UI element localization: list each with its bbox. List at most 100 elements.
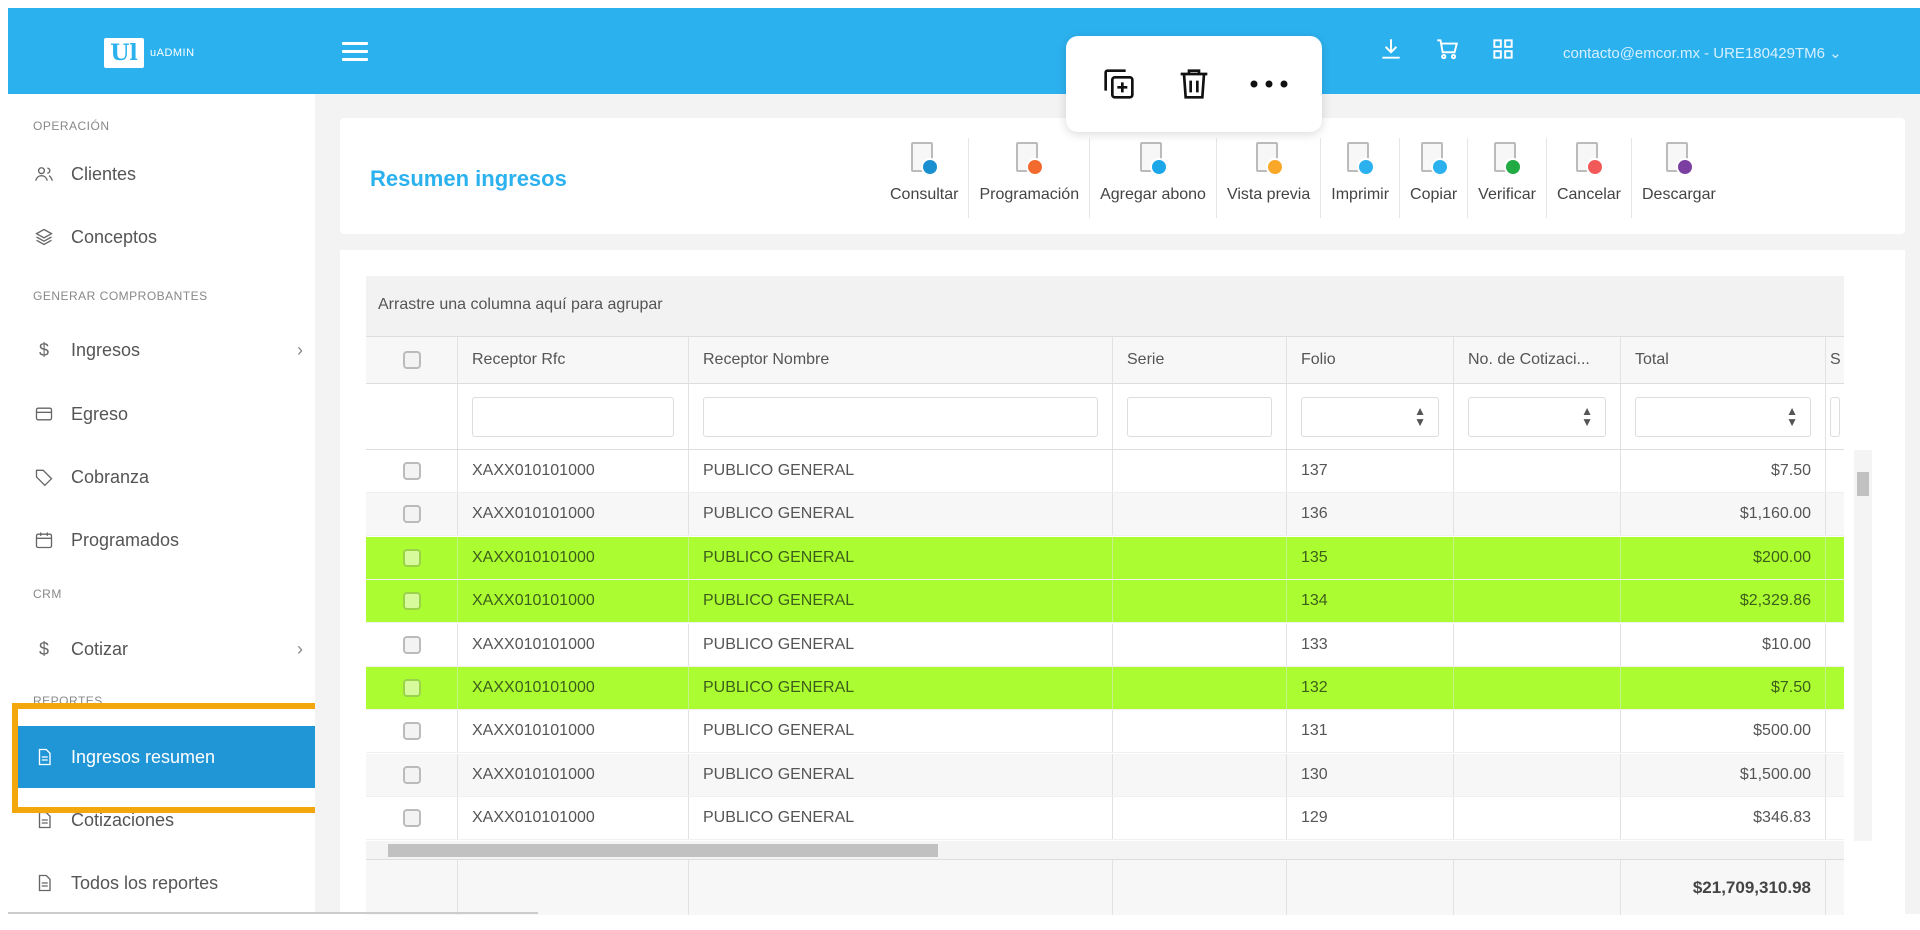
filter-folio-input[interactable]: ▲ ▼ xyxy=(1301,396,1439,437)
consultar-button[interactable]: Consultar xyxy=(880,138,968,218)
cart-icon[interactable] xyxy=(1434,36,1460,62)
sidebar-item-cotizar[interactable]: $ Cotizar › xyxy=(33,629,303,669)
download-icon[interactable] xyxy=(1378,36,1404,62)
column-header-no-cotizacion[interactable]: No. de Cotizaci... xyxy=(1454,337,1621,383)
sidebar-item-egreso[interactable]: Egreso xyxy=(33,394,303,434)
column-header-serie[interactable]: Serie xyxy=(1113,337,1287,383)
cell-receptor-nombre: PUBLICO GENERAL xyxy=(689,797,1113,840)
row-checkbox[interactable] xyxy=(402,722,421,741)
filter-receptor-rfc-input[interactable] xyxy=(472,396,674,437)
row-checkbox[interactable] xyxy=(402,765,421,784)
filter-no-cotizacion-input[interactable]: ▲ ▼ xyxy=(1468,396,1606,437)
app-logo[interactable]: Ul uADMIN xyxy=(104,38,195,68)
sidebar-item-programados[interactable]: Programados xyxy=(33,520,303,560)
sidebar-item-label: Cotizar xyxy=(71,638,129,659)
imprimir-button[interactable]: Imprimir xyxy=(1320,138,1399,218)
more-options-button[interactable] xyxy=(1244,59,1294,109)
row-checkbox-cell xyxy=(366,797,458,840)
spinner-icon[interactable]: ▲ ▼ xyxy=(1786,405,1798,428)
sidebar-item-label: Egreso xyxy=(71,403,129,424)
preview-document-icon xyxy=(1254,142,1284,178)
agregar-abono-button[interactable]: Agregar abono xyxy=(1089,138,1216,218)
row-checkbox[interactable] xyxy=(402,592,421,611)
row-checkbox[interactable] xyxy=(402,548,421,567)
table-row[interactable]: XAXX010101000 PUBLICO GENERAL 133 $10.00 xyxy=(366,623,1844,667)
download-document-icon xyxy=(1664,142,1694,178)
sidebar-item-cobranza[interactable]: Cobranza xyxy=(33,457,303,497)
tag-icon xyxy=(33,467,55,487)
table-row[interactable]: XAXX010101000 PUBLICO GENERAL 132 $7.50 xyxy=(366,667,1844,710)
table-row[interactable]: XAXX010101000 PUBLICO GENERAL 136 $1,160.00 xyxy=(366,493,1844,537)
filter-cell xyxy=(689,384,1113,449)
horizontal-scrollbar[interactable] xyxy=(366,841,1844,859)
verificar-button[interactable]: Verificar xyxy=(1467,138,1546,218)
programacion-button[interactable]: Programación xyxy=(968,138,1089,218)
cancelar-button[interactable]: Cancelar xyxy=(1545,138,1631,218)
vista-previa-button[interactable]: Vista previa xyxy=(1215,138,1320,218)
table-row[interactable]: XAXX010101000 PUBLICO GENERAL 130 $1,500.00 xyxy=(366,753,1844,797)
cell-total: $1,160.00 xyxy=(1621,493,1826,536)
annotation-highlight-box xyxy=(12,703,328,813)
cell-folio: 134 xyxy=(1287,580,1454,623)
scrollbar-thumb[interactable] xyxy=(1857,472,1869,496)
descargar-button[interactable]: Descargar xyxy=(1631,138,1726,218)
cell-no-cotizacion xyxy=(1454,580,1621,623)
row-checkbox[interactable] xyxy=(402,462,421,480)
table-row[interactable]: XAXX010101000 PUBLICO GENERAL 129 $346.83 xyxy=(366,797,1844,841)
row-checkbox[interactable] xyxy=(402,635,421,654)
table-row[interactable]: XAXX010101000 PUBLICO GENERAL 135 $200.00 xyxy=(366,536,1844,580)
column-header-folio[interactable]: Folio xyxy=(1287,337,1454,383)
table-row[interactable]: XAXX010101000 PUBLICO GENERAL 131 $500.00 xyxy=(366,710,1844,754)
column-header-total[interactable]: Total xyxy=(1621,337,1826,383)
group-panel[interactable]: Arrastre una columna aquí para agrupar xyxy=(366,276,1844,336)
duplicate-button[interactable] xyxy=(1094,59,1144,109)
summary-cell xyxy=(1454,860,1621,915)
copiar-button[interactable]: Copiar xyxy=(1399,138,1467,218)
cell-receptor-nombre: PUBLICO GENERAL xyxy=(689,710,1113,753)
document-icon xyxy=(33,810,55,830)
layers-icon xyxy=(33,227,55,247)
column-header-receptor-rfc[interactable]: Receptor Rfc xyxy=(458,337,689,383)
menu-toggle-button[interactable] xyxy=(342,42,368,62)
table-row[interactable]: XAXX010101000 PUBLICO GENERAL 137 $7.50 xyxy=(366,450,1844,493)
column-header-receptor-nombre[interactable]: Receptor Nombre xyxy=(689,337,1113,383)
spinner-icon[interactable]: ▲ ▼ xyxy=(1414,405,1426,428)
summary-cell xyxy=(366,860,458,915)
column-header-s[interactable]: S xyxy=(1826,337,1844,383)
filter-cell: ▲ ▼ xyxy=(1621,384,1826,449)
cell-total: $7.50 xyxy=(1621,450,1826,492)
user-account-menu[interactable]: contacto@emcor.mx - URE180429TM6 ⌄ xyxy=(1563,44,1842,62)
filter-total-input[interactable]: ▲ ▼ xyxy=(1635,396,1811,437)
row-checkbox-cell xyxy=(366,710,458,753)
cell-s xyxy=(1826,797,1844,839)
copy-document-icon xyxy=(1419,142,1449,178)
add-document-icon xyxy=(1138,142,1169,178)
row-checkbox[interactable] xyxy=(402,505,421,524)
cell-receptor-nombre: PUBLICO GENERAL xyxy=(689,536,1113,579)
select-all-checkbox[interactable] xyxy=(402,351,421,369)
button-label: Verificar xyxy=(1478,186,1536,203)
cell-s xyxy=(1826,667,1844,709)
filter-receptor-nombre-input[interactable] xyxy=(703,396,1098,437)
page-title: Resumen ingresos xyxy=(370,166,567,191)
sidebar-item-ingresos[interactable]: $ Ingresos › xyxy=(33,330,303,370)
spinner-icon[interactable]: ▲ ▼ xyxy=(1581,405,1593,428)
cell-folio: 129 xyxy=(1287,797,1454,840)
sidebar-item-conceptos[interactable]: Conceptos xyxy=(33,217,303,257)
table-row[interactable]: XAXX010101000 PUBLICO GENERAL 134 $2,329.86 xyxy=(366,580,1844,624)
delete-button[interactable] xyxy=(1169,59,1219,109)
cell-s xyxy=(1826,450,1844,492)
scrollbar-thumb[interactable] xyxy=(388,844,938,857)
filter-serie-input[interactable] xyxy=(1127,396,1272,437)
row-checkbox[interactable] xyxy=(402,679,421,697)
filter-s-input[interactable] xyxy=(1830,396,1840,437)
sidebar-item-clientes[interactable]: Clientes xyxy=(33,154,303,194)
row-checkbox-cell xyxy=(366,450,458,492)
cell-folio: 132 xyxy=(1287,667,1454,709)
cell-serie xyxy=(1113,710,1287,753)
row-checkbox[interactable] xyxy=(402,809,421,828)
sidebar-item-todos-los-reportes[interactable]: Todos los reportes xyxy=(33,863,303,903)
filter-spacer xyxy=(366,384,458,449)
vertical-scrollbar[interactable] xyxy=(1854,450,1872,841)
apps-grid-icon[interactable] xyxy=(1490,36,1516,62)
